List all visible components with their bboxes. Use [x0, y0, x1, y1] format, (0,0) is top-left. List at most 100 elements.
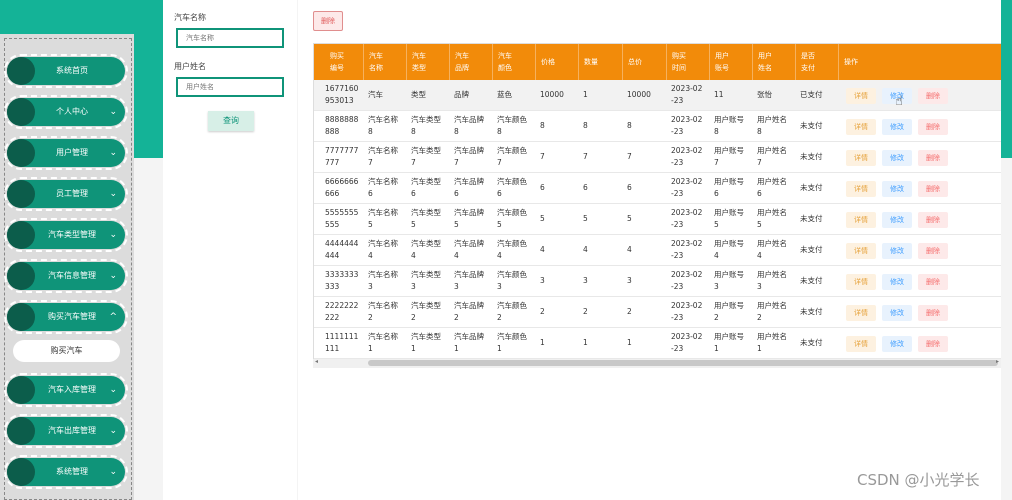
delete-button[interactable]: 删除 [918, 212, 948, 228]
detail-button[interactable]: 详情 [846, 88, 876, 104]
cell-line-1: 用户姓名 [757, 208, 787, 217]
scroll-left-icon[interactable]: ◂ [315, 358, 318, 365]
menu-dot-icon [7, 417, 35, 445]
table-cell: 汽车颜色 6 [493, 173, 536, 203]
header-line-2: 支付 [801, 64, 815, 72]
scroll-thumb[interactable] [368, 360, 998, 366]
sidebar-item-1[interactable]: 个人中心 ⌄ [4, 95, 128, 129]
sidebar-item-9[interactable]: 系统管理 ⌄ [4, 455, 128, 489]
detail-button[interactable]: 详情 [846, 336, 876, 352]
sidebar-item-2[interactable]: 用户管理 ⌄ [4, 136, 128, 170]
detail-button[interactable]: 详情 [846, 119, 876, 135]
user-name-input[interactable] [176, 77, 284, 97]
cell-line-2: -23 [671, 189, 684, 198]
cell-line-1: 5 [583, 214, 588, 223]
table-cell: 汽车品牌 5 [450, 204, 493, 234]
cell-line-1: 未支付 [800, 183, 823, 192]
detail-button[interactable]: 详情 [846, 212, 876, 228]
cell-line-1: 用户账号 [714, 208, 744, 217]
main-content: 删除 购买 编号 汽车 名称 汽车 类型 汽车 品牌 汽车 颜色 价格 数量 总价 购买 时间 用户 账号 用户姓… [298, 0, 1001, 500]
cell-line-1: 汽车 [368, 90, 383, 99]
cell-line-1: 8 [583, 121, 588, 130]
sidebar-item-7[interactable]: 汽车入库管理 ⌄ [4, 373, 128, 407]
cell-line-1: 2023-02 [671, 301, 703, 310]
sidebar-item-4[interactable]: 汽车类型管理 ⌄ [4, 218, 128, 252]
table-cell: 7 [536, 142, 579, 172]
edit-button[interactable]: 修改 [882, 181, 912, 197]
sidebar-item-label: 系统首页 [56, 66, 88, 75]
header-line-2: 姓名 [758, 64, 772, 72]
cell-line-1: 1 [583, 338, 588, 347]
detail-button[interactable]: 详情 [846, 274, 876, 290]
cell-line-1: 6666666 [325, 177, 359, 186]
table-cell: 未支付 [796, 266, 839, 296]
delete-button[interactable]: 删除 [918, 119, 948, 135]
cell-line-2: 1 [757, 344, 762, 353]
cell-line-2: 7 [454, 158, 459, 167]
sidebar-item-8[interactable]: 汽车出库管理 ⌄ [4, 414, 128, 448]
detail-button[interactable]: 详情 [846, 305, 876, 321]
chevron-icon: ⌄ [109, 148, 117, 158]
menu-dot-icon [7, 57, 35, 85]
cell-line-2: 5 [411, 220, 416, 229]
header-line-2: 账号 [715, 64, 729, 72]
table-row: 5555555 555 汽车名称 5 汽车类型 5 汽车品牌 5 汽车颜色 5 5 5 5 2023-02… [314, 204, 1001, 235]
delete-button[interactable]: 删除 [918, 150, 948, 166]
cell-line-1: 3333333 [325, 270, 359, 279]
detail-button[interactable]: 详情 [846, 243, 876, 259]
edit-button[interactable]: 修改 [882, 150, 912, 166]
table-cell: 用户账号 1 [710, 328, 753, 358]
cell-line-1: 用户姓名 [757, 239, 787, 248]
cell-line-1: 汽车颜色 [497, 239, 527, 248]
cell-line-1: 未支付 [800, 338, 823, 347]
table-row: 3333333 333 汽车名称 3 汽车类型 3 汽车品牌 3 汽车颜色 3 3 3 3 2023-02… [314, 266, 1001, 297]
sidebar-item-6[interactable]: 购买汽车管理 ^ [4, 300, 128, 334]
table-cell: 汽车颜色 1 [493, 328, 536, 358]
cell-line-2: 2 [368, 313, 373, 322]
cell-line-1: 汽车类型 [411, 177, 441, 186]
delete-button[interactable]: 删除 [918, 274, 948, 290]
cell-line-1: 8 [540, 121, 545, 130]
table-cell: 汽车类型 7 [407, 142, 450, 172]
table-cell: 4 [579, 235, 623, 265]
table-cell: 3333333 333 [314, 266, 364, 296]
cell-line-1: 2023-02 [671, 332, 703, 341]
edit-button[interactable]: 修改 [882, 336, 912, 352]
sidebar-item-0[interactable]: 系统首页 [4, 54, 128, 88]
cell-line-1: 汽车类型 [411, 146, 441, 155]
detail-button[interactable]: 详情 [846, 150, 876, 166]
scroll-right-icon[interactable]: ▸ [996, 358, 999, 365]
edit-button[interactable]: 修改 [882, 243, 912, 259]
cell-line-1: 1111111 [325, 332, 359, 341]
edit-button[interactable]: 修改 [882, 212, 912, 228]
batch-delete-button[interactable]: 删除 [313, 11, 343, 31]
delete-button[interactable]: 删除 [918, 88, 948, 104]
cell-line-2: 777 [325, 158, 340, 167]
car-name-input[interactable] [176, 28, 284, 48]
cell-line-1: 5 [627, 214, 632, 223]
cell-line-1: 已支付 [800, 90, 823, 99]
delete-button[interactable]: 删除 [918, 336, 948, 352]
edit-button[interactable]: 修改 [882, 119, 912, 135]
cell-line-1: 4444444 [325, 239, 359, 248]
table-cell: 汽车名称 5 [364, 204, 407, 234]
edit-button[interactable]: 修改 [882, 305, 912, 321]
table-row: 7777777 777 汽车名称 7 汽车类型 7 汽车品牌 7 汽车颜色 7 7 7 7 2023-02… [314, 142, 1001, 173]
delete-button[interactable]: 删除 [918, 305, 948, 321]
sidebar-item-3[interactable]: 员工管理 ⌄ [4, 177, 128, 211]
delete-button[interactable]: 删除 [918, 243, 948, 259]
submenu-buy-car[interactable]: 购买汽车 [13, 340, 120, 362]
cell-line-1: 1677160 [325, 84, 359, 93]
cell-line-2: 8 [454, 127, 459, 136]
horizontal-scrollbar[interactable]: ◂ ▸ [313, 358, 1001, 368]
delete-button[interactable]: 删除 [918, 181, 948, 197]
edit-button[interactable]: 修改 [882, 274, 912, 290]
table-cell: 汽车名称 6 [364, 173, 407, 203]
detail-button[interactable]: 详情 [846, 181, 876, 197]
sidebar-item-5[interactable]: 汽车信息管理 ⌄ [4, 259, 128, 293]
table-cell: 类型 [407, 80, 450, 110]
table-cell: 7777777 777 [314, 142, 364, 172]
table-cell: 1 [623, 328, 667, 358]
query-button[interactable]: 查询 [208, 111, 254, 131]
cell-line-2: 111 [325, 344, 340, 353]
